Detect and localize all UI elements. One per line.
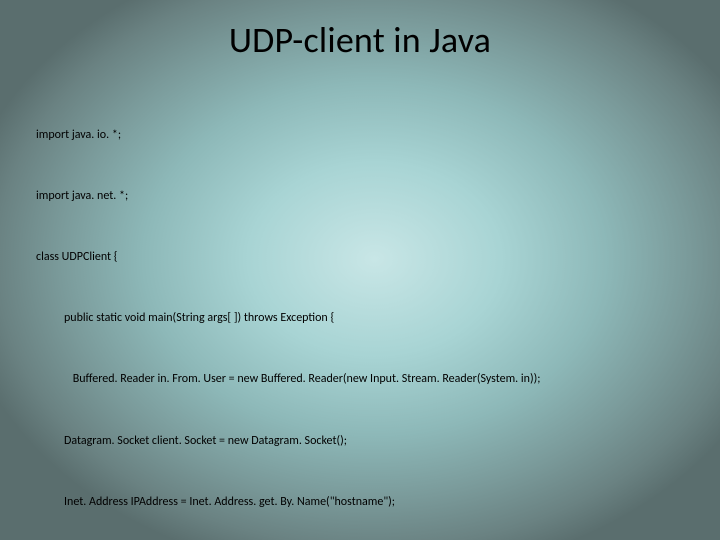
code-block: import java. io. *; import java. net. *;… [36, 84, 684, 540]
code-line: Inet. Address IPAddress = Inet. Address.… [36, 492, 684, 512]
code-line: Buffered. Reader in. From. User = new Bu… [36, 369, 684, 389]
code-line: import java. net. *; [36, 186, 684, 206]
code-line: Datagram. Socket client. Socket = new Da… [36, 431, 684, 451]
code-line: import java. io. *; [36, 125, 684, 145]
slide: UDP-client in Java import java. io. *; i… [0, 0, 720, 540]
code-line: class UDPClient { [36, 247, 684, 267]
slide-title: UDP-client in Java [36, 18, 684, 62]
code-line: public static void main(String args[ ]) … [36, 308, 684, 328]
